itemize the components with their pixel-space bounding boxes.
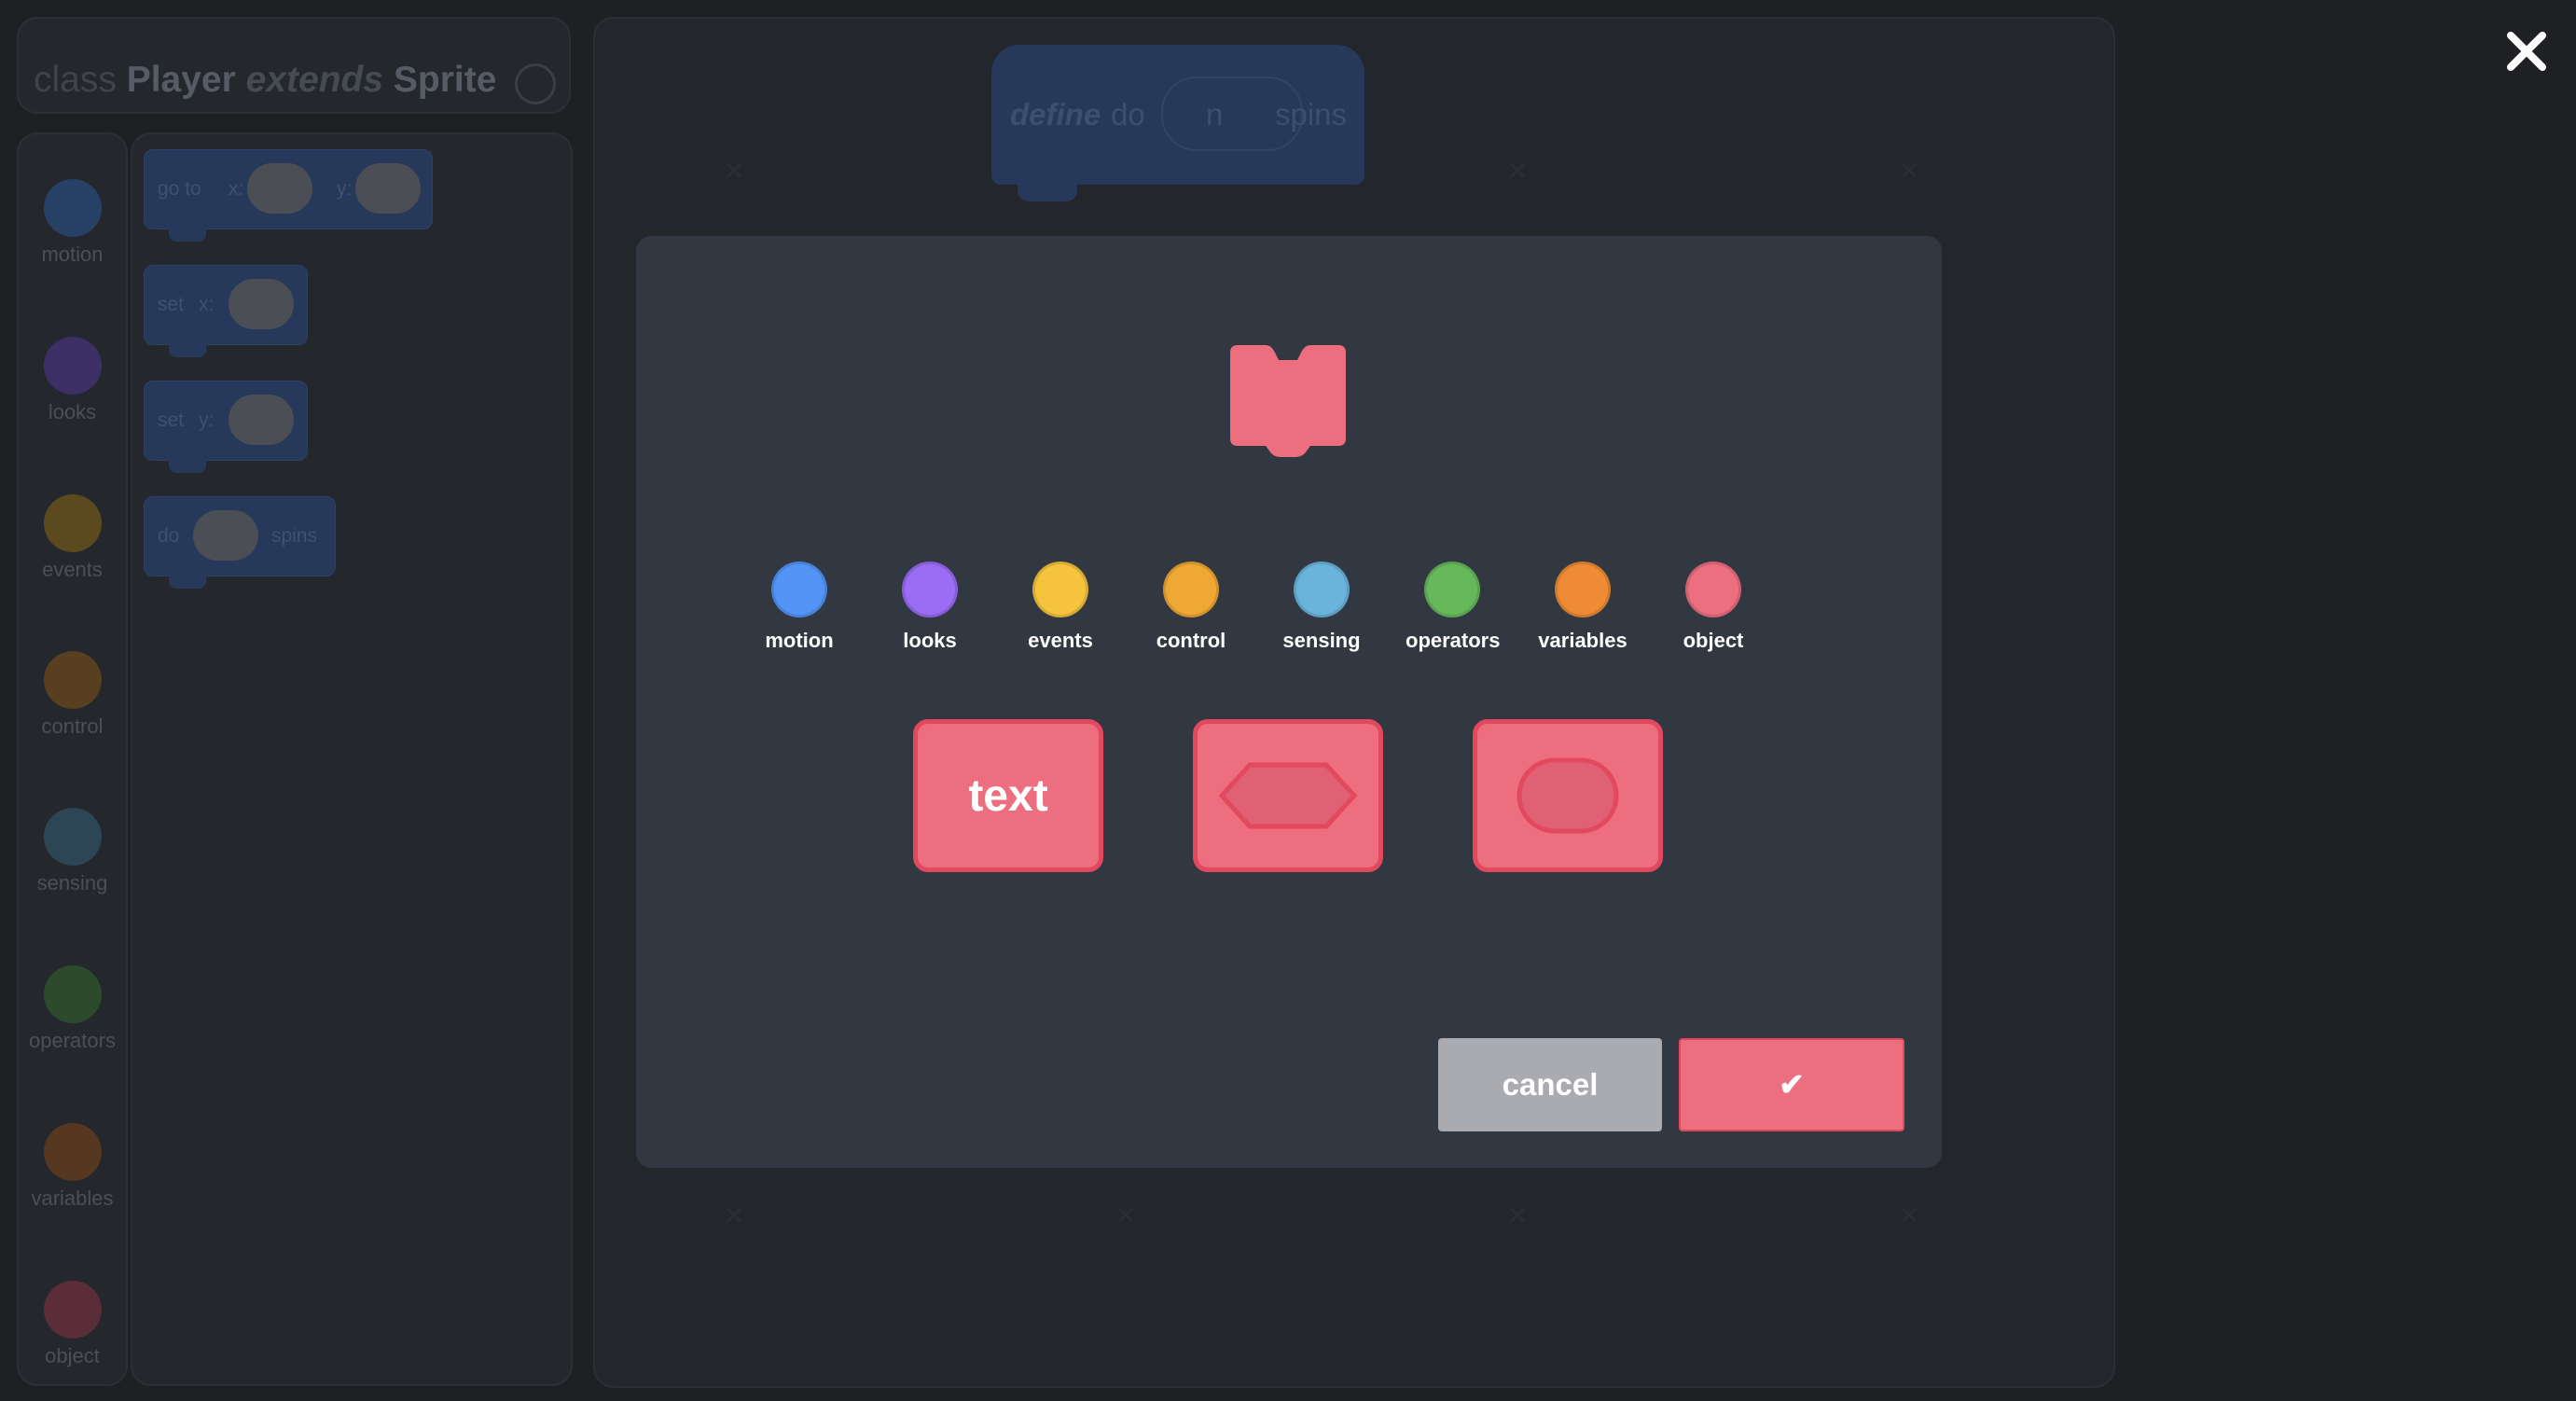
grid-cross-icon: ✕ (1899, 157, 1919, 185)
block-preview-shape (1230, 345, 1346, 457)
variables-color-icon (1555, 562, 1611, 617)
category-label: events (42, 558, 103, 581)
category-operators[interactable]: operators (19, 965, 126, 1053)
color-swatch-object[interactable]: object (1667, 562, 1760, 653)
confirm-button[interactable]: ✔ (1679, 1038, 1904, 1131)
color-swatch-control[interactable]: control (1144, 562, 1238, 653)
add-text-button[interactable]: text (913, 719, 1103, 872)
category-control[interactable]: control (19, 651, 126, 739)
category-sidebar: motion looks events control sensing oper… (17, 132, 128, 1386)
events-color-icon (1032, 562, 1088, 617)
grid-cross-icon: ✕ (724, 1201, 744, 1229)
swatch-label: control (1156, 629, 1226, 652)
category-label: object (45, 1344, 100, 1367)
swatch-label: sensing (1282, 629, 1361, 652)
cancel-button[interactable]: cancel (1438, 1038, 1662, 1131)
grid-cross-icon: ✕ (1507, 1201, 1528, 1229)
category-variables[interactable]: variables (19, 1123, 126, 1211)
block-text: spins (271, 525, 318, 547)
y-input-slot[interactable] (355, 163, 421, 214)
x-input-slot[interactable] (229, 279, 294, 329)
grid-cross-icon: ✕ (1899, 1201, 1919, 1229)
color-swatch-sensing[interactable]: sensing (1275, 562, 1368, 653)
motion-color-icon (771, 562, 827, 617)
category-events[interactable]: events (19, 494, 126, 582)
extends-keyword: extends (245, 60, 384, 100)
sensing-dot-icon (43, 808, 102, 866)
control-color-icon (1163, 562, 1219, 617)
y-input-slot[interactable] (229, 395, 294, 445)
color-swatch-motion[interactable]: motion (753, 562, 846, 653)
events-dot-icon (43, 494, 102, 552)
block-text: x: (229, 178, 244, 200)
swatch-label: object (1683, 629, 1744, 652)
swatch-label: motion (765, 629, 834, 652)
block-text: do (158, 525, 180, 547)
category-sensing[interactable]: sensing (19, 808, 126, 895)
add-class-icon[interactable] (515, 63, 556, 104)
operators-dot-icon (43, 965, 102, 1023)
block-text: set (158, 294, 185, 315)
block-text: y: (337, 178, 353, 200)
palette-block-do-spins[interactable]: do spins (144, 496, 336, 589)
color-swatch-operators[interactable]: operators (1406, 562, 1501, 653)
define-keyword: define (1010, 97, 1101, 132)
define-arg-name: n (1206, 97, 1224, 132)
block-text: go to (158, 178, 201, 200)
color-swatch-events[interactable]: events (1014, 562, 1107, 653)
category-object[interactable]: object (19, 1281, 126, 1368)
palette-block-sety[interactable]: set y: (144, 381, 308, 473)
category-label: operators (29, 1029, 116, 1052)
class-title: class Player extends Sprite (34, 60, 496, 101)
close-icon[interactable] (2503, 28, 2550, 75)
grid-cross-icon: ✕ (1507, 157, 1528, 185)
block-text: y: (199, 409, 215, 431)
rounded-input-icon (1517, 757, 1619, 834)
x-input-slot[interactable] (247, 163, 312, 214)
category-label: motion (41, 243, 104, 266)
category-label: control (41, 714, 104, 738)
category-label: sensing (36, 871, 108, 895)
define-word: do (1111, 97, 1145, 132)
object-color-icon (1685, 562, 1741, 617)
add-reporter-input-button[interactable] (1473, 719, 1663, 872)
control-dot-icon (43, 651, 102, 709)
category-label: looks (48, 400, 97, 423)
block-style-dialog: motion looks events control sensing oper… (636, 236, 1942, 1168)
swatch-label: events (1028, 629, 1093, 652)
text-label: text (968, 771, 1048, 821)
parent-class-name[interactable]: Sprite (394, 60, 497, 100)
operators-color-icon (1424, 562, 1480, 617)
block-palette: go to x: y: set x: set y: do spins (131, 132, 573, 1386)
class-name[interactable]: Player (127, 60, 236, 100)
swatch-label: operators (1406, 629, 1501, 652)
category-motion[interactable]: motion (19, 179, 126, 267)
class-keyword: class (34, 60, 117, 100)
looks-dot-icon (43, 337, 102, 395)
block-text: set (158, 409, 185, 431)
sensing-color-icon (1294, 562, 1350, 617)
category-label: variables (31, 1186, 114, 1210)
grid-cross-icon: ✕ (1115, 1201, 1136, 1229)
object-dot-icon (43, 1281, 102, 1339)
define-block[interactable]: define do n spins (991, 45, 1364, 201)
category-looks[interactable]: looks (19, 337, 126, 424)
swatch-label: looks (903, 629, 957, 652)
add-boolean-input-button[interactable] (1193, 719, 1383, 872)
class-header: class Player extends Sprite (17, 17, 571, 114)
n-input-slot[interactable] (193, 510, 258, 561)
motion-dot-icon (43, 179, 102, 237)
define-suffix: spins (1275, 97, 1348, 132)
looks-color-icon (902, 562, 958, 617)
color-swatch-variables[interactable]: variables (1536, 562, 1629, 653)
block-text: x: (199, 294, 215, 315)
variables-dot-icon (43, 1123, 102, 1181)
grid-cross-icon: ✕ (724, 157, 744, 185)
palette-block-setx[interactable]: set x: (144, 265, 308, 357)
hexagon-input-icon (1218, 762, 1358, 829)
palette-block-goto[interactable]: go to x: y: (144, 149, 433, 242)
swatch-label: variables (1538, 629, 1627, 652)
color-swatch-looks[interactable]: looks (883, 562, 976, 653)
